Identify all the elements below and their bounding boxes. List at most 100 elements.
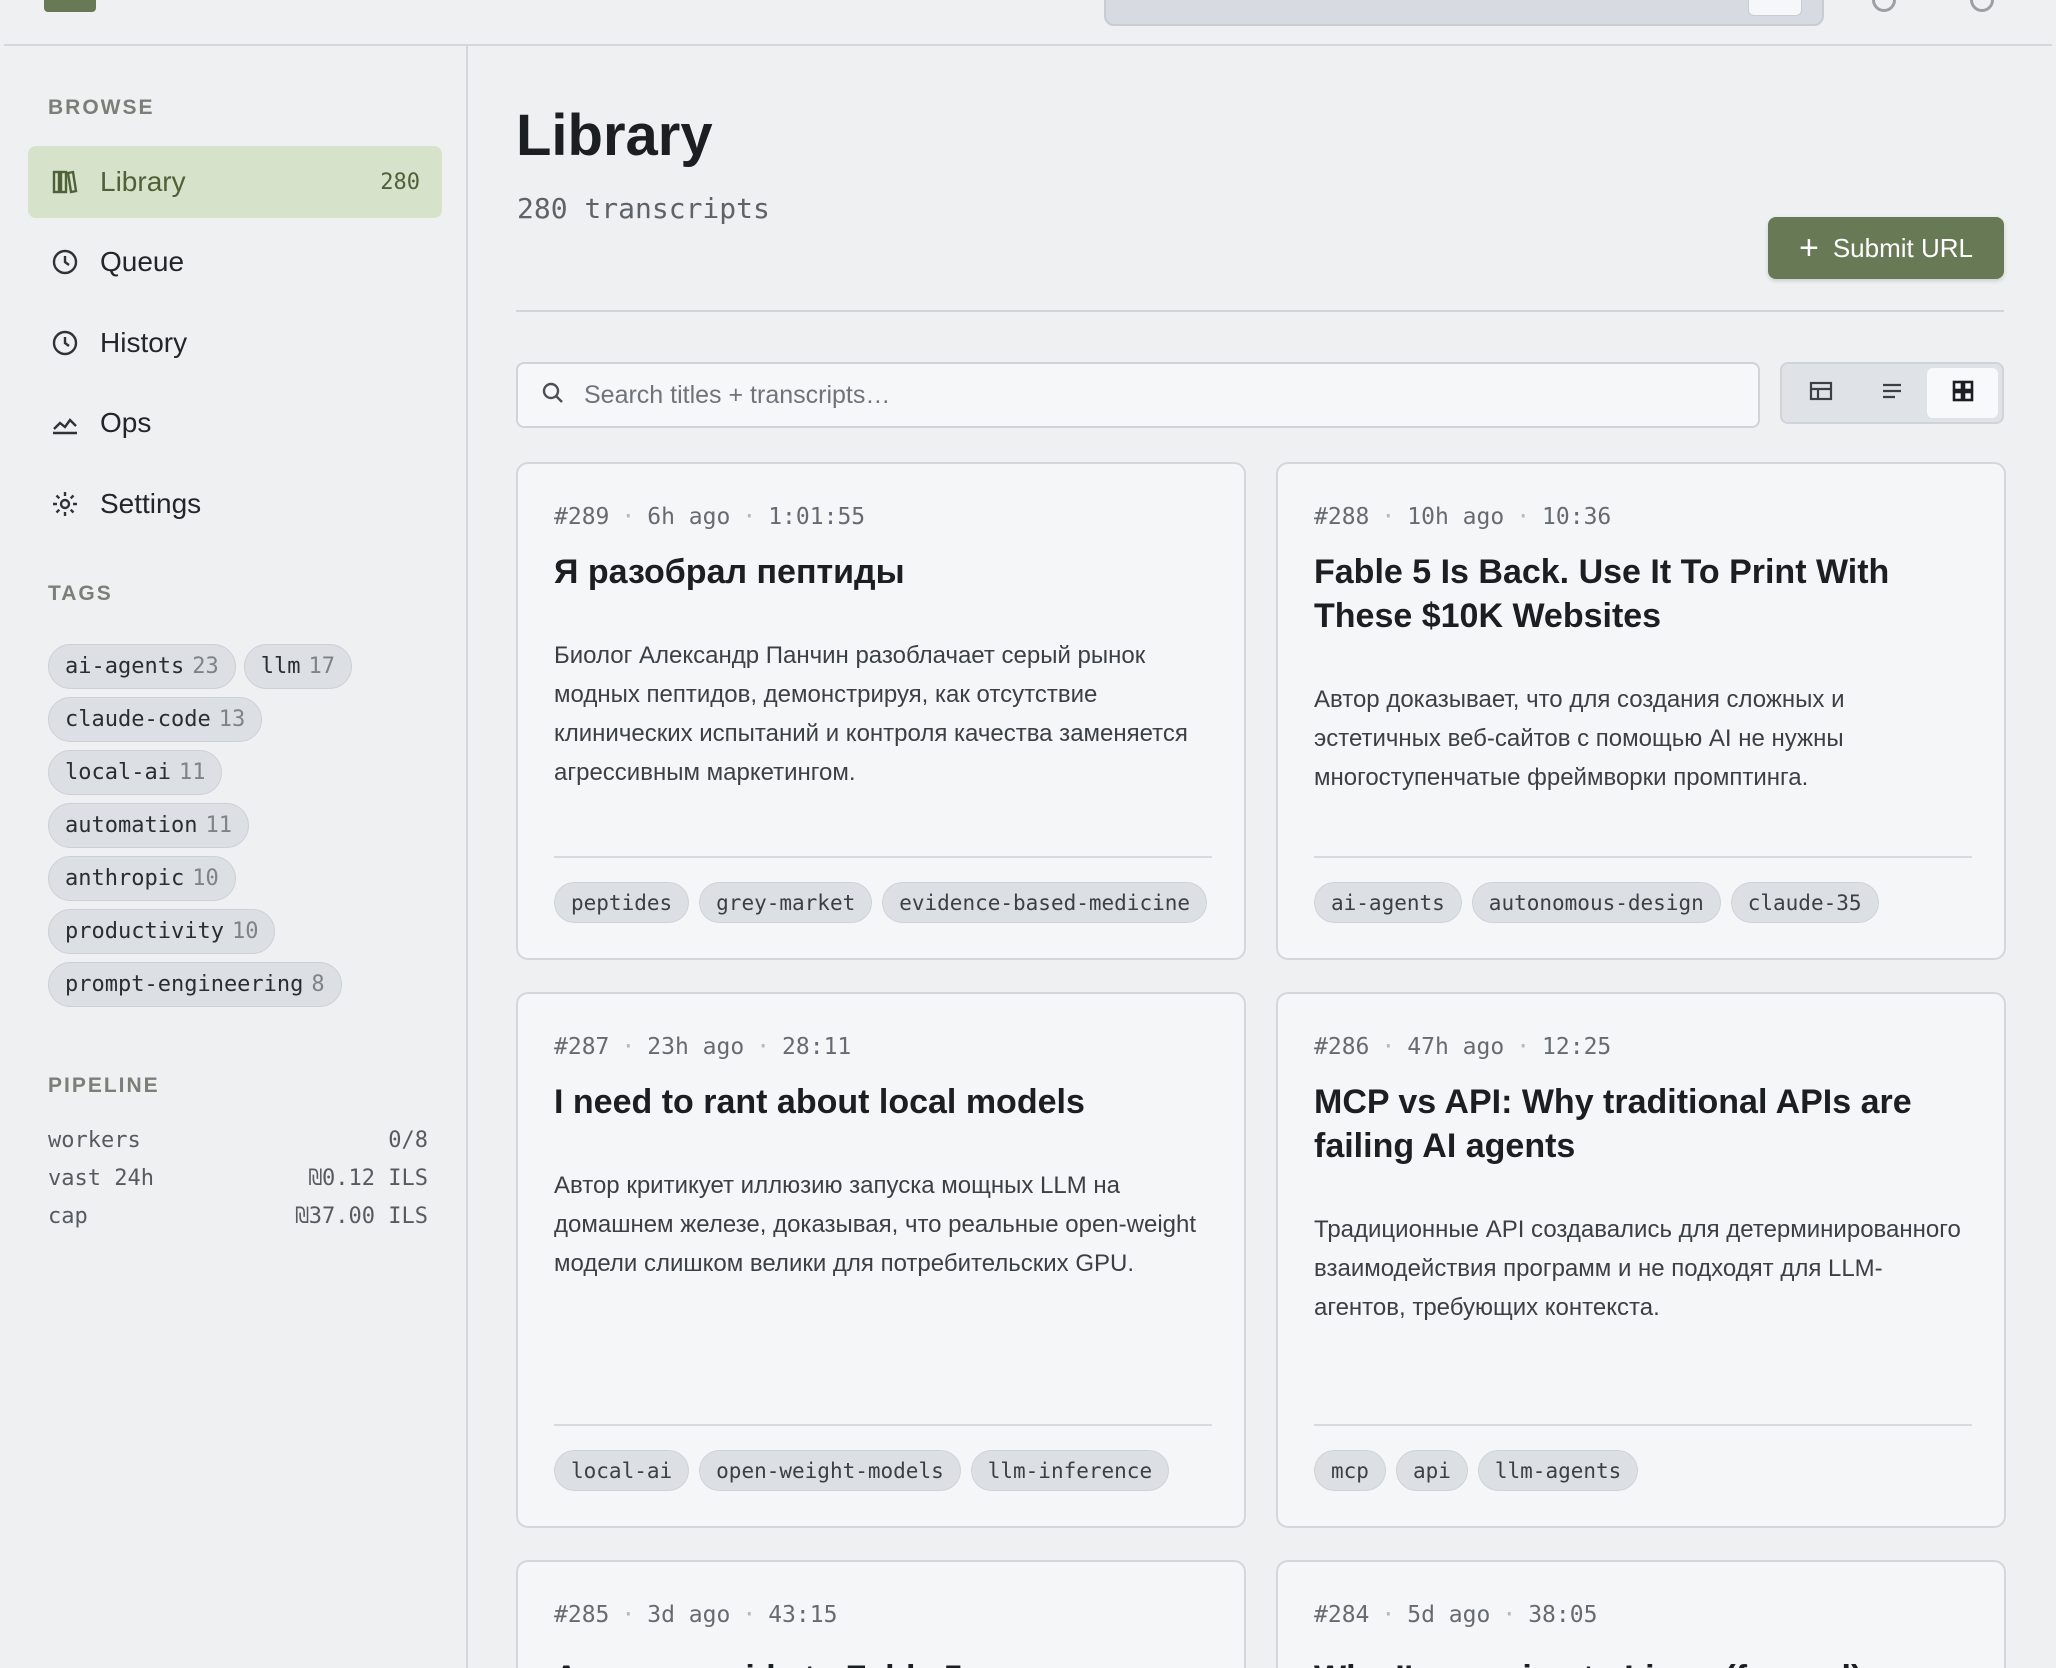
tag-chip[interactable]: local-ai 11 — [48, 750, 223, 795]
page-title: Library — [516, 103, 713, 168]
tag-chip[interactable]: prompt-engineering 8 — [48, 962, 342, 1007]
history-icon — [50, 328, 80, 358]
card-tag-chip[interactable]: grey-market — [699, 882, 873, 923]
card-summary: Традиционные API создавались для детерми… — [1314, 1216, 1961, 1321]
card-tag-chip[interactable]: api — [1395, 1450, 1468, 1491]
card-meta: #286 · 47h ago · 12:25 — [1314, 1034, 1612, 1060]
tag-count: 17 — [308, 654, 335, 679]
card-meta: #285 · 3d ago · 43:15 — [554, 1602, 838, 1628]
sidebar-item-library[interactable]: Library 280 — [28, 146, 442, 218]
tag-name: productivity — [65, 919, 224, 944]
sidebar-item-settings[interactable]: Settings — [28, 468, 442, 540]
submit-url-label: Submit URL — [1832, 232, 1973, 263]
card-title[interactable]: I need to rant about local models — [554, 1080, 1214, 1124]
tag-chip[interactable]: anthropic 10 — [48, 856, 236, 901]
card-tag-chip[interactable]: mcp — [1314, 1450, 1386, 1491]
transcript-card[interactable]: #287 · 23h ago · 28:11 I need to rant about … — [516, 992, 1246, 1528]
card-meta: #284 · 5d ago · 38:05 — [1314, 1602, 1598, 1628]
tag-count: 13 — [218, 707, 246, 732]
help-icon[interactable] — [1872, 0, 1896, 12]
tag-chip[interactable]: claude-code 13 — [48, 697, 263, 742]
card-tag-chip[interactable]: open-weight-models — [699, 1450, 961, 1491]
tag-name: local-ai — [65, 760, 171, 785]
sidebar-item-label: History — [100, 327, 188, 358]
card-tag-chip[interactable]: claude-35 — [1730, 882, 1879, 923]
tag-count: 23 — [192, 654, 219, 679]
search-input[interactable] — [584, 380, 1734, 410]
pipeline-section-title: PIPELINE — [48, 1074, 160, 1097]
list-view-button[interactable] — [1857, 368, 1928, 418]
transcript-card[interactable]: #289 · 6h ago · 1:01:55 Я разобрал пептиды Б… — [516, 462, 1246, 960]
table-view-button[interactable] — [1786, 368, 1857, 418]
card-title[interactable]: Я разобрал пептиды — [554, 550, 1214, 594]
card-duration: 43:15 — [768, 1602, 838, 1628]
transcript-count: 280 transcripts — [517, 192, 770, 225]
tag-chip[interactable]: productivity 10 — [48, 909, 276, 954]
card-meta: #288 · 10h ago · 10:36 — [1314, 504, 1612, 530]
pipeline-value: ₪37.00 ILS — [295, 1204, 428, 1229]
card-duration: 12:25 — [1542, 1034, 1612, 1060]
card-tags: mcp api llm-agents — [1314, 1450, 1639, 1491]
card-title[interactable]: Fable 5 Is Back. Use It To Print With Th… — [1314, 550, 1974, 638]
tag-name: anthropic — [65, 866, 185, 891]
global-search-bar[interactable] — [1104, 0, 1824, 26]
tag-count: 11 — [205, 813, 232, 838]
card-meta: #289 · 6h ago · 1:01:55 — [554, 504, 866, 530]
tag-name: ai-agents — [65, 654, 185, 679]
sidebar-item-queue[interactable]: Queue — [28, 226, 442, 298]
pipeline-value: 0/8 — [388, 1128, 428, 1153]
pipeline-label: workers — [48, 1128, 141, 1153]
card-tag-chip[interactable]: local-ai — [554, 1450, 690, 1491]
submit-url-button[interactable]: + Submit URL — [1768, 217, 2004, 279]
plus-icon: + — [1798, 229, 1819, 267]
card-id: #289 — [554, 504, 610, 530]
transcript-card[interactable]: #286 · 47h ago · 12:25 MCP vs API: Why tradi… — [1276, 992, 2006, 1528]
chart-icon — [50, 408, 80, 438]
card-id: #285 — [554, 1602, 610, 1628]
tag-name: automation — [65, 813, 198, 838]
search-field[interactable] — [516, 362, 1760, 428]
sidebar-item-label: Library — [100, 166, 186, 197]
view-toggle — [1780, 362, 2004, 424]
card-tag-chip[interactable]: llm-agents — [1477, 1450, 1639, 1491]
card-tag-chip[interactable]: autonomous-design — [1471, 882, 1721, 923]
main-content: Library 280 transcripts + Submit URL Sea… — [470, 46, 2056, 1668]
sidebar-item-label: Queue — [100, 246, 185, 277]
list-view-icon — [1879, 378, 1905, 409]
card-tag-chip[interactable]: llm-inference — [970, 1450, 1170, 1491]
card-tags: peptides grey-market evidence-based-medi… — [554, 882, 1208, 923]
card-tags: ai-agents autonomous-design claude-35 — [1314, 882, 1879, 923]
tag-chip[interactable]: llm 17 — [243, 644, 352, 689]
card-title[interactable]: A proper guide to Fable 5 — [554, 1656, 1214, 1668]
transcript-card[interactable]: #284·5d ago·38:05 Why I'm moving to Linu… — [1276, 1560, 2006, 1668]
top-bar — [4, 0, 2052, 46]
more-icon[interactable] — [1970, 0, 1994, 12]
tag-name: llm — [260, 654, 301, 679]
tag-count: 10 — [231, 919, 259, 944]
card-duration: 10:36 — [1542, 504, 1612, 530]
transcript-card[interactable]: #288 · 10h ago · 10:36 Fable 5 Is Back. Use … — [1276, 462, 2006, 960]
tag-chip[interactable]: automation 11 — [48, 803, 249, 848]
app-logo[interactable] — [44, 0, 96, 12]
keyboard-shortcut-hint — [1748, 0, 1802, 16]
tag-name: prompt-engineering — [65, 972, 304, 997]
card-tag-chip[interactable]: ai-agents — [1314, 882, 1462, 923]
card-title[interactable]: Why I'm moving to Linux (for real) — [1314, 1656, 1974, 1668]
sidebar-item-history[interactable]: History — [28, 307, 442, 379]
card-summary: Автор критикует иллюзию запуска мощных L… — [554, 1172, 1197, 1277]
card-tag-chip[interactable]: peptides — [554, 882, 690, 923]
card-tag-chip[interactable]: evidence-based-medicine — [882, 882, 1208, 923]
card-age: 10h ago — [1407, 504, 1505, 530]
card-age: 47h ago — [1407, 1034, 1505, 1060]
tag-chip[interactable]: ai-agents 23 — [48, 644, 236, 689]
grid-view-button[interactable] — [1927, 368, 1999, 418]
pipeline-row-cap: cap ₪37.00 ILS — [48, 1204, 428, 1229]
pipeline-row-workers: workers 0/8 — [48, 1128, 428, 1153]
sidebar-item-ops[interactable]: Ops — [28, 387, 442, 459]
transcript-card[interactable]: #285·3d ago·43:15 A proper guide to Fabl… — [516, 1560, 1246, 1668]
card-title[interactable]: MCP vs API: Why traditional APIs are fai… — [1314, 1080, 1974, 1168]
card-duration: 38:05 — [1528, 1602, 1598, 1628]
card-meta: #287 · 23h ago · 28:11 — [554, 1034, 852, 1060]
card-id: #284 — [1314, 1602, 1370, 1628]
card-id: #286 — [1314, 1034, 1370, 1060]
